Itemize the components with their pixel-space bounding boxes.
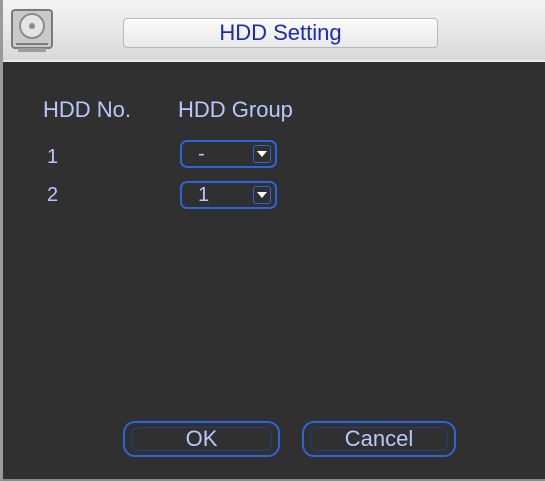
page-title: HDD Setting: [219, 20, 342, 45]
title-bar: HDD Setting: [3, 0, 545, 62]
hdd-group-select-2[interactable]: 1: [180, 181, 277, 209]
hdd-group-select-1[interactable]: -: [180, 140, 277, 168]
hdd-group-value-2: 1: [198, 184, 210, 206]
header-hdd-group: HDD Group: [178, 97, 293, 122]
cancel-button[interactable]: Cancel: [302, 421, 456, 457]
ok-button[interactable]: OK: [123, 421, 280, 457]
chevron-down-icon[interactable]: [253, 145, 271, 163]
hdd-group-value-1: -: [198, 143, 205, 165]
hdd-icon: [6, 4, 60, 56]
hdd-number-2: 2: [47, 184, 59, 206]
chevron-down-icon[interactable]: [253, 186, 271, 204]
header-hdd-no: HDD No.: [43, 97, 132, 122]
hdd-setting-window: HDD Setting HDD No. HDD Group 1 - 2 1 OK…: [0, 0, 545, 481]
hdd-number-1: 1: [47, 146, 59, 168]
ok-button-label: OK: [185, 426, 218, 451]
cancel-button-label: Cancel: [344, 426, 414, 451]
